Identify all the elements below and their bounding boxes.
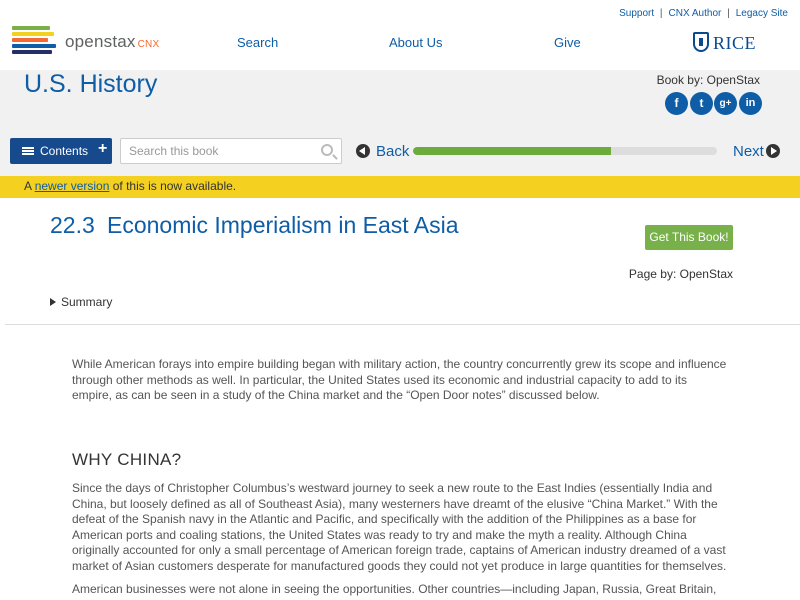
progress-fill xyxy=(413,147,611,155)
support-link[interactable]: Support xyxy=(619,8,654,19)
intro-paragraph: While American forays into empire buildi… xyxy=(72,357,727,403)
list-icon xyxy=(22,147,34,155)
next-arrow-icon[interactable] xyxy=(766,144,780,158)
next-button[interactable]: Next xyxy=(733,143,764,160)
newer-version-link[interactable]: newer version xyxy=(35,179,110,193)
book-author: Book by: OpenStax xyxy=(656,73,760,87)
contents-label: Contents xyxy=(40,144,89,158)
site-header: openstax CNX Support | CNX Author | Legacy … xyxy=(0,0,800,70)
linkedin-icon[interactable]: in xyxy=(739,92,762,115)
contents-button[interactable]: Contents + xyxy=(10,138,112,164)
cnx-author-link[interactable]: CNX Author xyxy=(669,8,722,19)
body-paragraph: Since the days of Christopher Columbus’s… xyxy=(72,481,727,573)
summary-toggle[interactable]: Summary xyxy=(50,295,112,309)
newer-version-notice: A newer version of this is now available… xyxy=(0,176,800,198)
legacy-site-link[interactable]: Legacy Site xyxy=(736,8,788,19)
caret-right-icon xyxy=(50,298,56,306)
section-number: 22.3 xyxy=(50,212,95,238)
back-button[interactable]: Back xyxy=(376,143,409,160)
rice-logo[interactable]: RICE xyxy=(693,32,756,54)
logo-wordmark: openstax CNX xyxy=(65,32,160,51)
rice-shield-icon xyxy=(693,32,709,52)
nav-search[interactable]: Search xyxy=(237,35,278,50)
twitter-icon[interactable]: t xyxy=(690,92,713,115)
back-arrow-icon[interactable] xyxy=(356,144,370,158)
plus-icon: + xyxy=(98,140,108,157)
book-title[interactable]: U.S. History xyxy=(24,70,157,99)
page-title: Economic Imperialism in East Asia xyxy=(107,212,459,238)
nav-about-us[interactable]: About Us xyxy=(389,35,442,50)
section-heading: WHY CHINA? xyxy=(72,450,182,469)
utility-links: Support | CNX Author | Legacy Site xyxy=(619,8,788,19)
nav-give[interactable]: Give xyxy=(554,35,581,50)
book-search xyxy=(120,138,342,164)
progress-bar xyxy=(413,147,717,155)
page-author: Page by: OpenStax xyxy=(628,267,733,281)
get-this-book-button[interactable]: Get This Book! xyxy=(645,225,733,250)
openstax-cnx-logo[interactable]: openstax CNX xyxy=(12,24,172,58)
body-paragraph-2: American businesses were not alone in se… xyxy=(72,582,717,600)
divider xyxy=(5,324,800,325)
facebook-icon[interactable]: f xyxy=(665,92,688,115)
search-input[interactable] xyxy=(129,143,309,159)
google-plus-icon[interactable]: g+ xyxy=(714,92,737,115)
search-icon[interactable] xyxy=(321,144,333,156)
logo-bars-icon xyxy=(12,26,58,54)
